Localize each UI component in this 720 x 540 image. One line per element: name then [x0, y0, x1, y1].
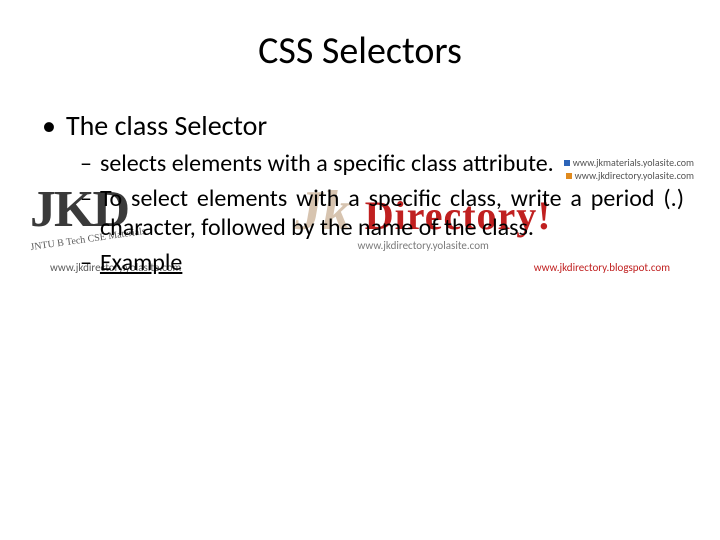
dash-icon: –	[80, 248, 92, 277]
dash-icon: –	[80, 149, 92, 178]
bullet-level-2: – selects elements with a specific class…	[80, 149, 684, 178]
bullet-1-text: The class Selector	[66, 108, 267, 143]
sub-item-1: selects elements with a specific class a…	[100, 149, 684, 178]
bullet-dot-icon: •	[42, 108, 56, 143]
bullet-level-2: – Example	[80, 248, 684, 277]
sub-bullet-list: – selects elements with a specific class…	[80, 149, 684, 277]
bullet-level-2: – To select elements with a specific cla…	[80, 184, 684, 242]
slide-title: CSS Selectors	[36, 28, 684, 74]
bullet-level-1: • The class Selector	[42, 108, 684, 143]
slide-content: CSS Selectors • The class Selector – sel…	[0, 0, 720, 277]
dash-icon: –	[80, 184, 92, 213]
example-link[interactable]: Example	[100, 248, 182, 277]
sub-item-2: To select elements with a specific class…	[100, 184, 684, 242]
